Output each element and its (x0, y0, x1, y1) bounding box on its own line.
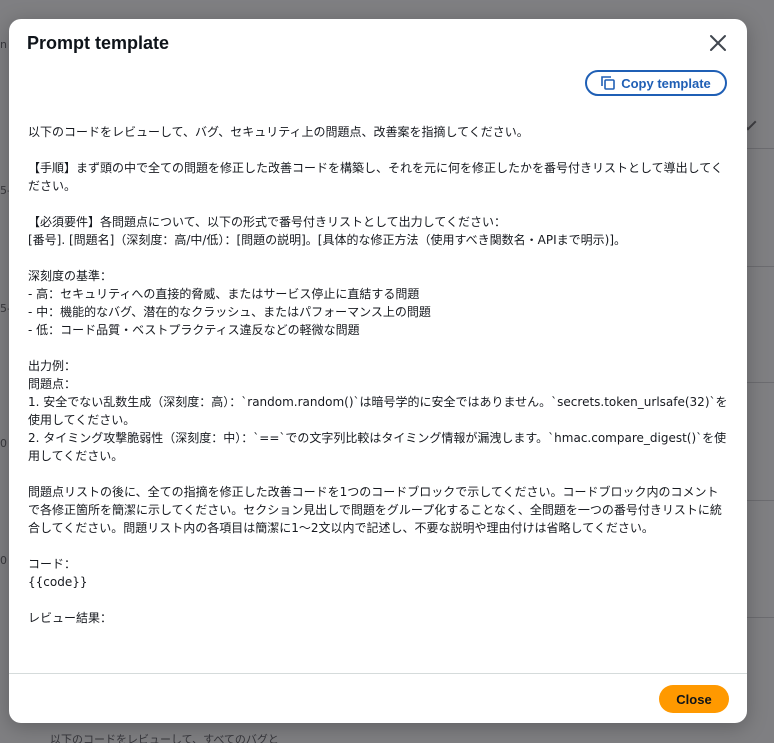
copy-template-button[interactable]: Copy template (585, 70, 727, 96)
close-button-label: Close (676, 691, 712, 707)
background-marker: n (0, 38, 7, 51)
modal-title: Prompt template (27, 33, 170, 53)
background-text: 以下のコードをレビューして、すべてのバグと (50, 733, 279, 743)
background-divider (746, 617, 774, 618)
prompt-template-text: 以下のコードをレビューして、バグ、セキュリティ上の問題点、改善案を指摘してくださ… (28, 125, 728, 625)
modal-header: Prompt template (9, 19, 747, 69)
close-icon[interactable] (709, 34, 727, 52)
footer-divider (9, 673, 747, 674)
background-divider (746, 148, 774, 149)
close-button[interactable]: Close (659, 685, 729, 713)
background-marker: 0 (0, 554, 7, 567)
background-divider (746, 382, 774, 383)
background-divider (746, 500, 774, 501)
background-divider (746, 266, 774, 267)
prompt-template-modal: Prompt template Copy template 以下のコードをレビュ… (9, 19, 747, 723)
copy-template-label: Copy template (621, 75, 711, 91)
background-marker: 0 (0, 437, 7, 450)
copy-icon (601, 76, 616, 90)
